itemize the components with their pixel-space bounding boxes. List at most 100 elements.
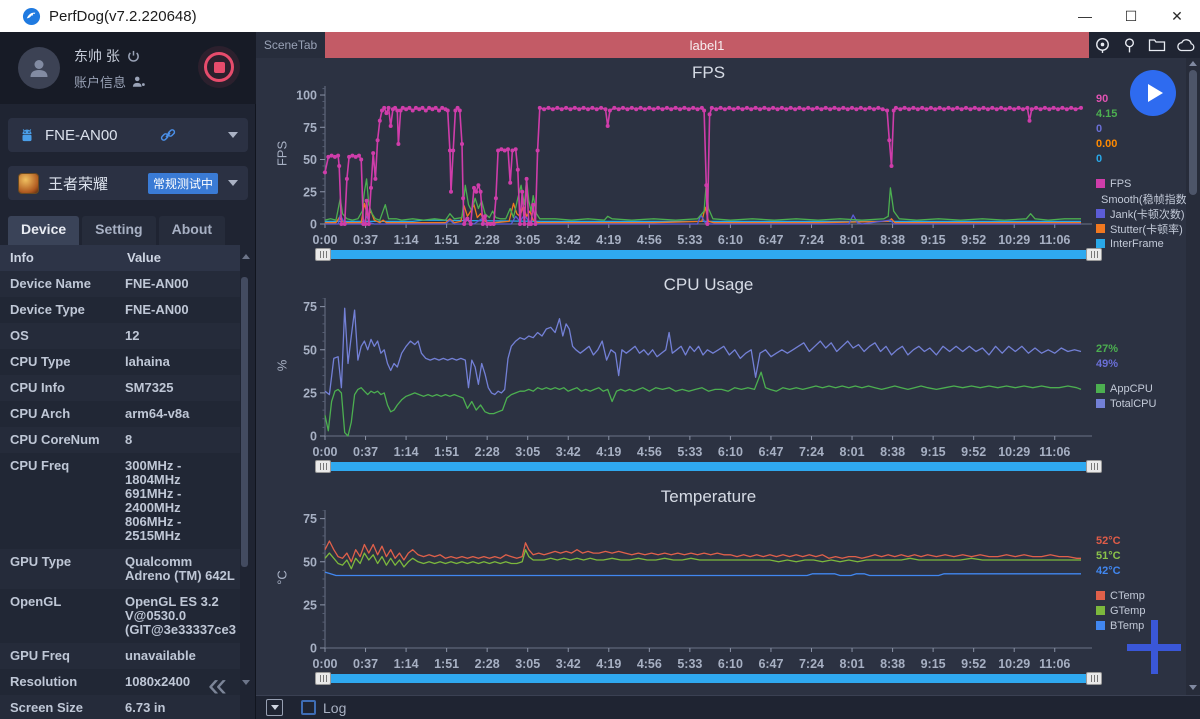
legend-label: GTemp	[1110, 604, 1146, 617]
maximize-icon[interactable]: ☐	[1108, 0, 1154, 32]
info-cell: OS	[10, 328, 29, 343]
x-tick-label: 3:42	[556, 445, 581, 459]
table-row[interactable]: GPU Freq unavailable	[0, 643, 240, 669]
content-scrollbar[interactable]	[1186, 58, 1200, 695]
window-title: PerfDog(v7.2.220648)	[49, 7, 197, 25]
scene-tab-bar: SceneTab label1	[256, 32, 1200, 58]
legend-item[interactable]: Jank(卡顿次数)	[1096, 206, 1186, 221]
legend-item[interactable]: CTemp	[1096, 588, 1186, 603]
scene-tab[interactable]: SceneTab	[256, 32, 325, 58]
minimize-icon[interactable]: —	[1062, 0, 1108, 32]
legend-item[interactable]: FPS	[1096, 176, 1186, 191]
legend-swatch	[1096, 239, 1105, 248]
slider-handle-left[interactable]	[315, 672, 331, 685]
label1-tab[interactable]: label1	[325, 32, 1089, 58]
pin-icon[interactable]	[1121, 37, 1138, 54]
fps-range-slider[interactable]	[315, 248, 1102, 262]
x-tick-label: 6:47	[758, 233, 783, 247]
folder-icon[interactable]	[1148, 37, 1166, 53]
cpu-usage-chart: CPU Usage % 0 25 50 75 0:00 0:37 1:14 1:51 2:28 3…	[256, 270, 1186, 482]
slider-handle-left[interactable]	[315, 460, 331, 473]
legend-label: FPS	[1110, 177, 1132, 190]
app-selector[interactable]: 王者荣耀 常规测试中	[8, 166, 248, 200]
person-add-icon[interactable]	[132, 75, 146, 88]
slider-handle-right[interactable]	[1086, 672, 1102, 685]
scroll-down-icon[interactable]	[242, 680, 250, 685]
slider-handle-left[interactable]	[315, 248, 331, 261]
play-button[interactable]	[1130, 70, 1176, 116]
table-row[interactable]: GPU Type Qualcomm Adreno (TM) 642L	[0, 549, 240, 589]
close-icon[interactable]: ✕	[1154, 0, 1200, 32]
table-row[interactable]: CPU Info SM7325	[0, 375, 240, 401]
scroll-up-icon[interactable]	[242, 254, 250, 259]
slider-track[interactable]	[326, 250, 1091, 259]
table-row[interactable]: Device Name FNE-AN00	[0, 271, 240, 297]
tab-about[interactable]: About	[158, 216, 226, 245]
account-info-label[interactable]: 账户信息	[74, 72, 126, 91]
tab-device[interactable]: Device	[8, 216, 80, 245]
slider-handle-right[interactable]	[1086, 460, 1102, 473]
table-row[interactable]: CPU CoreNum 8	[0, 427, 240, 453]
legend-item[interactable]: Stutter(卡顿率)	[1096, 221, 1186, 236]
legend-item[interactable]: InterFrame	[1096, 236, 1186, 251]
tab-setting[interactable]: Setting	[82, 216, 156, 245]
slider-track[interactable]	[326, 674, 1091, 683]
log-checkbox[interactable]	[301, 700, 316, 715]
link-icon[interactable]	[159, 126, 177, 144]
device-selector[interactable]: FNE-AN00	[8, 118, 248, 152]
chevron-down-icon[interactable]	[228, 180, 238, 186]
series-line-AppCPU	[324, 371, 1082, 437]
slider-track[interactable]	[326, 462, 1091, 471]
legend-item[interactable]: Smooth(稳帧指数)	[1096, 191, 1190, 206]
value-cell: 8	[125, 432, 133, 447]
user-name: 东帅 张	[74, 48, 120, 64]
sidebar-scrollbar-thumb[interactable]	[241, 277, 248, 567]
current-value: 0	[1096, 123, 1103, 135]
y-tick-label: 50	[303, 555, 317, 569]
content-scrollbar-thumb[interactable]	[1189, 70, 1197, 195]
legend-swatch	[1096, 591, 1105, 600]
table-row[interactable]: CPU Freq 300MHz - 1804MHz 691MHz - 2400MH…	[0, 453, 240, 549]
table-row[interactable]: CPU Arch arm64-v8a	[0, 401, 240, 427]
table-row[interactable]: CPU Type lahaina	[0, 349, 240, 375]
log-label: Log	[323, 699, 347, 716]
location-icon[interactable]	[1094, 37, 1111, 54]
x-tick-label: 5:33	[677, 657, 702, 671]
slider-handle-right[interactable]	[1086, 248, 1102, 261]
temperature-range-slider[interactable]	[315, 672, 1102, 686]
x-tick-label: 11:06	[1039, 657, 1070, 671]
avatar[interactable]	[18, 47, 60, 89]
legend-item[interactable]: TotalCPU	[1096, 396, 1186, 411]
x-tick-label: 2:28	[475, 445, 500, 459]
legend-swatch	[1096, 621, 1105, 630]
cpu-range-slider[interactable]	[315, 460, 1102, 474]
x-tick-label: 0:37	[353, 657, 378, 671]
x-tick-label: 7:24	[799, 233, 824, 247]
x-tick-label: 4:19	[596, 233, 621, 247]
scroll-down-icon[interactable]	[1189, 685, 1197, 690]
scroll-up-icon[interactable]	[1189, 61, 1197, 66]
table-row[interactable]: OpenGL OpenGL ES 3.2 V@0530.0 (GIT@3e3333…	[0, 589, 240, 643]
y-tick-label: 75	[303, 512, 317, 526]
x-tick-label: 10:29	[998, 233, 1030, 247]
legend-item[interactable]: GTemp	[1096, 603, 1186, 618]
cloud-icon[interactable]	[1176, 38, 1196, 53]
x-tick-label: 6:10	[718, 657, 743, 671]
power-icon[interactable]	[127, 50, 140, 63]
value-cell: lahaina	[125, 354, 170, 369]
app-name-value: 王者荣耀	[48, 175, 109, 193]
table-row[interactable]: Resolution 1080x2400	[0, 669, 240, 695]
y-tick-label: 75	[303, 121, 317, 135]
chevron-down-icon[interactable]	[228, 132, 238, 138]
legend-item[interactable]: AppCPU	[1096, 381, 1186, 396]
add-chart-button[interactable]	[1127, 620, 1181, 674]
stop-record-button[interactable]	[198, 46, 240, 88]
table-row[interactable]: Screen Size 6.73 in	[0, 695, 240, 719]
x-tick-label: 1:14	[394, 445, 419, 459]
table-row[interactable]: Device Type FNE-AN00	[0, 297, 240, 323]
collapse-sidebar-icon[interactable]: «	[208, 668, 227, 702]
x-tick-label: 1:14	[394, 233, 419, 247]
legend-label: Stutter(卡顿率)	[1110, 223, 1183, 236]
table-row[interactable]: OS 12	[0, 323, 240, 349]
dropdown-icon[interactable]	[266, 699, 283, 716]
